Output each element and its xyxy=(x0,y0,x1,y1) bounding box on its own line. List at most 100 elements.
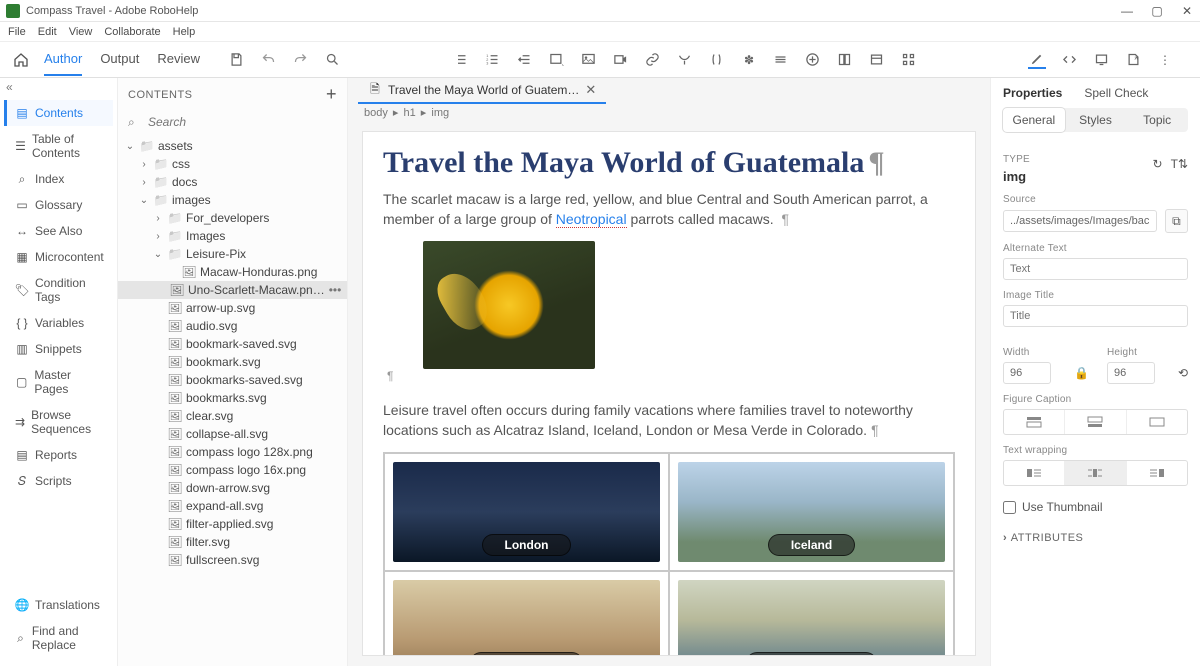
insert-dropdown-icon[interactable] xyxy=(676,51,694,69)
figcap-none-icon[interactable] xyxy=(1127,410,1187,434)
rail-glossary[interactable]: ▭Glossary xyxy=(4,192,113,218)
attributes-accordion[interactable]: ATTRIBUTES xyxy=(1003,532,1188,544)
menu-collaborate[interactable]: Collaborate xyxy=(104,26,160,38)
maximize-button[interactable]: ▢ xyxy=(1150,4,1164,18)
thumb-iceland[interactable]: Iceland xyxy=(678,462,945,562)
rail-seealso[interactable]: ↔See Also xyxy=(4,218,113,244)
insert-video-icon[interactable] xyxy=(612,51,630,69)
tree-folder[interactable]: ⌄📁assets xyxy=(118,137,347,155)
menu-view[interactable]: View xyxy=(69,26,93,38)
use-thumbnail-checkbox[interactable] xyxy=(1003,501,1016,514)
tree-file[interactable]: 🖼compass logo 16x.png xyxy=(118,461,347,479)
macaw-image[interactable] xyxy=(423,241,595,369)
numbered-list-icon[interactable]: 123 xyxy=(484,51,502,69)
refresh-icon[interactable]: ↻ xyxy=(1153,157,1163,171)
wrap-right-icon[interactable] xyxy=(1127,461,1187,485)
edit-mode-icon[interactable] xyxy=(1028,51,1046,69)
rail-microcontent[interactable]: ▦Microcontent xyxy=(4,244,113,270)
document-tab[interactable]: 🗎 Travel the Maya World of Guatem… ✕ xyxy=(358,78,606,104)
tree-file[interactable]: 🖼bookmarks-saved.svg xyxy=(118,371,347,389)
tree-folder[interactable]: ›📁Images xyxy=(118,227,347,245)
rail-index[interactable]: ⌕Index xyxy=(4,166,113,192)
props-tab-properties[interactable]: Properties xyxy=(1003,86,1062,100)
alt-text-input[interactable] xyxy=(1003,258,1188,280)
tree-file[interactable]: 🖼expand-all.svg xyxy=(118,497,347,515)
tree-file[interactable]: 🖼collapse-all.svg xyxy=(118,425,347,443)
redo-icon[interactable] xyxy=(292,51,310,69)
rail-browse-sequences[interactable]: ⇉Browse Sequences xyxy=(4,402,113,442)
contents-search-input[interactable] xyxy=(148,115,337,129)
close-tab-icon[interactable]: ✕ xyxy=(585,82,596,98)
rail-reports[interactable]: ▤Reports xyxy=(4,442,113,468)
props-tab-spellcheck[interactable]: Spell Check xyxy=(1084,86,1148,100)
tree-file[interactable]: 🖼down-arrow.svg xyxy=(118,479,347,497)
add-content-button[interactable]: + xyxy=(326,84,337,105)
menu-file[interactable]: File xyxy=(8,26,26,38)
tree-file[interactable]: 🖼clear.svg xyxy=(118,407,347,425)
tree-file[interactable]: 🖼filter-applied.svg xyxy=(118,515,347,533)
insert-add-icon[interactable] xyxy=(804,51,822,69)
figcap-above-icon[interactable] xyxy=(1004,410,1065,434)
tree-file[interactable]: 🖼Macaw-Honduras.png xyxy=(118,263,347,281)
insert-image-dropdown-icon[interactable] xyxy=(548,51,566,69)
figcap-below-icon[interactable] xyxy=(1065,410,1126,434)
bullet-list-icon[interactable] xyxy=(452,51,470,69)
prop-tab-general[interactable]: General xyxy=(1003,108,1065,132)
source-input[interactable] xyxy=(1003,210,1157,232)
tree-file[interactable]: 🖼arrow-up.svg xyxy=(118,299,347,317)
insert-frame-icon[interactable] xyxy=(900,51,918,69)
tree-file[interactable]: 🖼filter.svg xyxy=(118,533,347,551)
image-title-input[interactable] xyxy=(1003,305,1188,327)
insert-symbol-icon[interactable]: ✽ xyxy=(740,51,758,69)
tree-item-more-icon[interactable]: ••• xyxy=(329,283,347,297)
wrap-left-icon[interactable] xyxy=(1004,461,1065,485)
undo-icon[interactable] xyxy=(260,51,278,69)
tree-folder[interactable]: ⌄📁Leisure-Pix xyxy=(118,245,347,263)
source-mode-icon[interactable] xyxy=(1060,51,1078,69)
rail-contents[interactable]: ▤Contents xyxy=(4,100,113,126)
tree-file[interactable]: 🖼compass logo 128x.png xyxy=(118,443,347,461)
outdent-icon[interactable] xyxy=(516,51,534,69)
tree-file[interactable]: 🖼fullscreen.svg xyxy=(118,551,347,569)
rail-condition-tags[interactable]: 🏷Condition Tags xyxy=(4,270,113,310)
rail-variables[interactable]: { }Variables xyxy=(4,310,113,336)
minimize-button[interactable]: — xyxy=(1120,4,1134,18)
prop-tab-topic[interactable]: Topic xyxy=(1126,108,1188,132)
insert-hr-icon[interactable] xyxy=(772,51,790,69)
text-options-icon[interactable]: T⇅ xyxy=(1171,157,1188,171)
tree-file[interactable]: 🖼bookmark-saved.svg xyxy=(118,335,347,353)
tree-file[interactable]: 🖼bookmarks.svg xyxy=(118,389,347,407)
rail-snippets[interactable]: ▥Snippets xyxy=(4,336,113,362)
close-button[interactable]: ✕ xyxy=(1180,4,1194,18)
editor-canvas[interactable]: Travel the Maya World of Guatemala¶ The … xyxy=(362,131,976,656)
find-icon[interactable] xyxy=(324,51,342,69)
neotropical-link[interactable]: Neotropical xyxy=(556,211,627,228)
menu-edit[interactable]: Edit xyxy=(38,26,57,38)
tree-folder[interactable]: ⌄📁images xyxy=(118,191,347,209)
preview-icon[interactable] xyxy=(1092,51,1110,69)
lock-aspect-icon[interactable]: 🔒 xyxy=(1074,366,1089,384)
tree-file[interactable]: 🖼Uno-Scarlett-Macaw.pn…••• xyxy=(118,281,347,299)
insert-image-icon[interactable] xyxy=(580,51,598,69)
reset-size-icon[interactable]: ⟲ xyxy=(1178,366,1188,384)
mode-author[interactable]: Author xyxy=(44,43,82,76)
insert-variable-icon[interactable] xyxy=(708,51,726,69)
rail-scripts[interactable]: 𝑆Scripts xyxy=(4,468,113,494)
more-icon[interactable]: ⋮ xyxy=(1156,51,1174,69)
mode-review[interactable]: Review xyxy=(157,43,200,76)
home-icon[interactable] xyxy=(12,51,30,69)
tree-folder[interactable]: ›📁For_developers xyxy=(118,209,347,227)
thumb-london[interactable]: London xyxy=(393,462,660,562)
prop-tab-styles[interactable]: Styles xyxy=(1065,108,1127,132)
thumb-alcatraz[interactable]: Alcatraz Island xyxy=(678,580,945,656)
wrap-center-icon[interactable] xyxy=(1065,461,1126,485)
height-input[interactable] xyxy=(1107,362,1155,384)
browse-source-icon[interactable]: ⧉ xyxy=(1165,209,1188,233)
menu-help[interactable]: Help xyxy=(173,26,196,38)
tree-folder[interactable]: ›📁css xyxy=(118,155,347,173)
rail-toc[interactable]: ☰Table of Contents xyxy=(4,126,113,166)
insert-link-icon[interactable] xyxy=(644,51,662,69)
rail-find-replace[interactable]: ⌕Find and Replace xyxy=(4,618,113,658)
export-icon[interactable] xyxy=(1124,51,1142,69)
width-input[interactable] xyxy=(1003,362,1051,384)
